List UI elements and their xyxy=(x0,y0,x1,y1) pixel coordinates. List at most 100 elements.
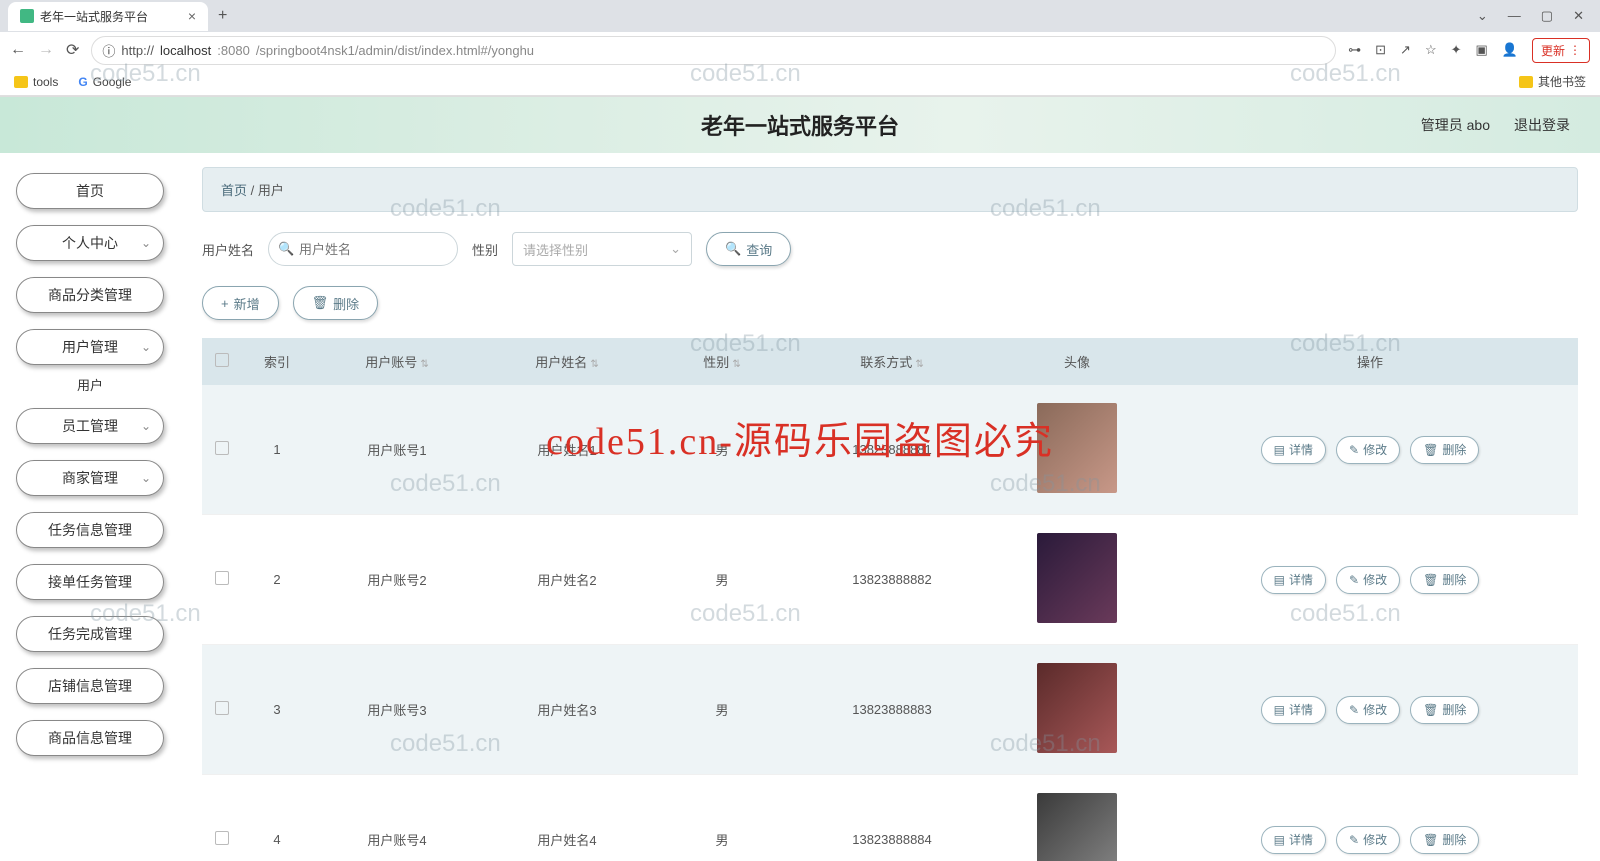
row-delete-button[interactable]: 🗑删除 xyxy=(1410,436,1479,464)
row-checkbox[interactable] xyxy=(215,831,229,845)
cell-account: 用户账号4 xyxy=(312,775,482,861)
filter-gender-select[interactable]: 请选择性别⌄ xyxy=(512,232,692,266)
row-checkbox[interactable] xyxy=(215,441,229,455)
cell-name: 用户姓名2 xyxy=(482,515,652,645)
info-icon[interactable]: ⓘ xyxy=(102,41,115,60)
url-host: localhost xyxy=(160,43,211,58)
sidebar-item-profile[interactable]: 个人中心 xyxy=(16,225,164,261)
sidebar-sub-user[interactable]: 用户 xyxy=(16,375,164,394)
row-delete-button[interactable]: 🗑删除 xyxy=(1410,696,1479,724)
detail-button[interactable]: ▤详情 xyxy=(1261,436,1326,464)
select-all-checkbox[interactable] xyxy=(215,353,229,367)
panel-icon[interactable]: ▣ xyxy=(1476,42,1488,58)
cell-account: 用户账号2 xyxy=(312,515,482,645)
forward-icon[interactable]: → xyxy=(38,41,54,59)
detail-button[interactable]: ▤详情 xyxy=(1261,696,1326,724)
cell-name: 用户姓名1 xyxy=(482,385,652,515)
profile-icon[interactable]: 👤 xyxy=(1502,42,1518,58)
plus-icon: + xyxy=(221,296,229,311)
close-icon[interactable]: × xyxy=(188,8,196,24)
folder-icon xyxy=(14,76,28,88)
sidebar-item-home[interactable]: 首页 xyxy=(16,173,164,209)
window-controls: ⌄ — ▢ ✕ xyxy=(1461,8,1600,24)
bookmark-google[interactable]: GGoogle xyxy=(78,75,131,89)
url-path: /springboot4nsk1/admin/dist/index.html#/… xyxy=(256,43,534,58)
cell-name: 用户姓名3 xyxy=(482,645,652,775)
doc-icon: ▤ xyxy=(1274,833,1285,847)
cell-account: 用户账号3 xyxy=(312,645,482,775)
key-icon[interactable]: ⊶ xyxy=(1348,42,1361,58)
tab-bar: 老年一站式服务平台 × + ⌄ — ▢ ✕ xyxy=(0,0,1600,32)
bookmark-tools[interactable]: tools xyxy=(14,75,58,89)
chevron-down-icon: ⌄ xyxy=(670,241,681,257)
detail-button[interactable]: ▤详情 xyxy=(1261,826,1326,854)
filter-name-input[interactable] xyxy=(268,232,458,266)
sidebar-item-merchant[interactable]: 商家管理 xyxy=(16,460,164,496)
admin-label[interactable]: 管理员 abo xyxy=(1421,115,1490,135)
th-phone[interactable]: 联系方式⇅ xyxy=(792,338,992,385)
th-name[interactable]: 用户姓名⇅ xyxy=(482,338,652,385)
browser-tab[interactable]: 老年一站式服务平台 × xyxy=(8,2,208,31)
cell-avatar xyxy=(992,515,1162,645)
edit-icon: ✎ xyxy=(1349,443,1359,457)
sidebar-item-staff[interactable]: 员工管理 xyxy=(16,408,164,444)
th-account[interactable]: 用户账号⇅ xyxy=(312,338,482,385)
edit-icon: ✎ xyxy=(1349,703,1359,717)
cell-account: 用户账号1 xyxy=(312,385,482,515)
cell-index: 1 xyxy=(242,385,312,515)
sidebar-item-task-info[interactable]: 任务信息管理 xyxy=(16,512,164,548)
sidebar-item-task-accept[interactable]: 接单任务管理 xyxy=(16,564,164,600)
close-window-icon[interactable]: ✕ xyxy=(1573,8,1584,24)
app-banner: 老年一站式服务平台 管理员 abo 退出登录 xyxy=(0,97,1600,153)
row-checkbox[interactable] xyxy=(215,571,229,585)
edit-button[interactable]: ✎修改 xyxy=(1336,566,1400,594)
url-scheme: http:// xyxy=(121,43,154,58)
row-checkbox[interactable] xyxy=(215,701,229,715)
share-icon[interactable]: ↗ xyxy=(1400,42,1411,58)
sort-icon: ⇅ xyxy=(915,359,923,370)
edit-button[interactable]: ✎修改 xyxy=(1336,436,1400,464)
sidebar-item-category[interactable]: 商品分类管理 xyxy=(16,277,164,313)
trash-icon: 🗑 xyxy=(1423,443,1438,457)
row-delete-button[interactable]: 🗑删除 xyxy=(1410,826,1479,854)
back-icon[interactable]: ← xyxy=(10,41,26,59)
chevron-down-icon[interactable]: ⌄ xyxy=(1477,8,1488,24)
address-bar[interactable]: ⓘ http://localhost:8080/springboot4nsk1/… xyxy=(91,36,1336,65)
th-gender[interactable]: 性别⇅ xyxy=(652,338,792,385)
avatar xyxy=(1037,403,1117,493)
breadcrumb-current: 用户 xyxy=(258,183,284,198)
minimize-icon[interactable]: — xyxy=(1508,8,1521,24)
th-index: 索引 xyxy=(242,338,312,385)
avatar xyxy=(1037,533,1117,623)
edit-button[interactable]: ✎修改 xyxy=(1336,826,1400,854)
new-tab-button[interactable]: + xyxy=(208,7,237,25)
cell-name: 用户姓名4 xyxy=(482,775,652,861)
sort-icon: ⇅ xyxy=(732,359,740,370)
action-row: +新增 🗑删除 xyxy=(202,286,1578,320)
translate-icon[interactable]: ⊡ xyxy=(1375,42,1386,58)
row-delete-button[interactable]: 🗑删除 xyxy=(1410,566,1479,594)
update-button[interactable]: 更新⋮ xyxy=(1532,38,1590,63)
sidebar-item-shop-info[interactable]: 店铺信息管理 xyxy=(16,668,164,704)
star-icon[interactable]: ☆ xyxy=(1425,42,1437,58)
table-row: 1用户账号1用户姓名1男13823888881▤详情✎修改🗑删除 xyxy=(202,385,1578,515)
detail-button[interactable]: ▤详情 xyxy=(1261,566,1326,594)
logout-link[interactable]: 退出登录 xyxy=(1514,115,1570,135)
sidebar-item-goods-info[interactable]: 商品信息管理 xyxy=(16,720,164,756)
folder-icon xyxy=(1519,76,1533,88)
edit-button[interactable]: ✎修改 xyxy=(1336,696,1400,724)
row-actions: ▤详情 ✎修改 🗑删除 xyxy=(1170,826,1570,854)
trash-icon: 🗑 xyxy=(1423,703,1438,717)
sidebar-item-user-mgmt[interactable]: 用户管理 xyxy=(16,329,164,365)
extensions-icon[interactable]: ✦ xyxy=(1451,42,1462,58)
user-table: 索引 用户账号⇅ 用户姓名⇅ 性别⇅ 联系方式⇅ 头像 操作 1用户账号1用户姓… xyxy=(202,338,1578,861)
maximize-icon[interactable]: ▢ xyxy=(1541,8,1553,24)
reload-icon[interactable]: ⟳ xyxy=(66,40,79,60)
delete-button[interactable]: 🗑删除 xyxy=(293,286,379,320)
search-button[interactable]: 🔍查询 xyxy=(706,232,791,266)
add-button[interactable]: +新增 xyxy=(202,286,279,320)
breadcrumb-home[interactable]: 首页 xyxy=(221,183,247,198)
sidebar-item-task-done[interactable]: 任务完成管理 xyxy=(16,616,164,652)
bookmark-other[interactable]: 其他书签 xyxy=(1519,73,1586,90)
filter-row: 用户姓名 🔍 性别 请选择性别⌄ 🔍查询 xyxy=(202,232,1578,266)
